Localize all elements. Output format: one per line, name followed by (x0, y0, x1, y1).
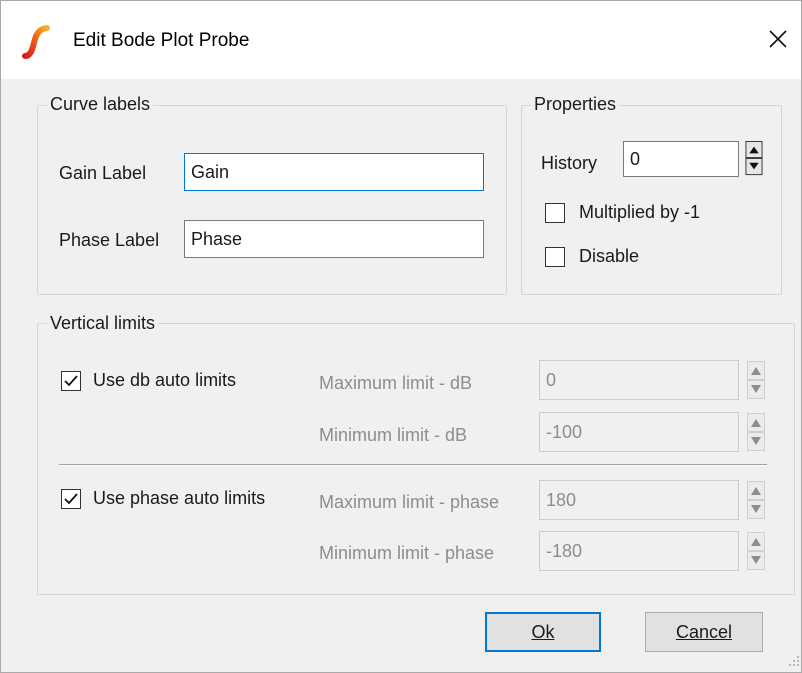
max-db-spinner[interactable] (747, 361, 765, 399)
curve-labels-title: Curve labels (47, 94, 154, 115)
gain-label: Gain Label (59, 163, 147, 183)
separator (59, 464, 767, 466)
vertical-limits-title: Vertical limits (47, 313, 159, 334)
title-bar: Edit Bode Plot Probe (1, 1, 801, 79)
resize-grip-icon[interactable] (786, 653, 800, 667)
db-auto-checkbox[interactable] (61, 371, 81, 391)
history-spinner[interactable] (745, 141, 763, 177)
min-phase-input[interactable]: -180 (539, 531, 739, 571)
phase-label-input[interactable]: Phase (184, 220, 484, 258)
max-phase-label: Maximum limit - phase (319, 492, 500, 512)
max-db-input[interactable]: 0 (539, 360, 739, 400)
multiplied-checkbox[interactable] (545, 203, 565, 223)
ltspice-app-icon (22, 25, 50, 59)
history-label: History (541, 153, 598, 173)
gain-label-input[interactable]: Gain (184, 153, 484, 191)
history-input[interactable]: 0 (623, 141, 739, 177)
cancel-button[interactable]: Cancel (645, 612, 763, 652)
phase-label: Phase Label (59, 230, 160, 250)
properties-title: Properties (531, 94, 620, 115)
min-db-input[interactable]: -100 (539, 412, 739, 452)
min-db-spinner[interactable] (747, 413, 765, 451)
dialog-window: Edit Bode Plot Probe Curve labels Gain L… (0, 0, 802, 673)
check-icon (64, 493, 78, 505)
ok-button[interactable]: Ok (485, 612, 601, 652)
curve-labels-group (37, 105, 507, 295)
db-auto-label: Use db auto limits (93, 370, 237, 390)
close-button[interactable] (761, 21, 795, 57)
window-title: Edit Bode Plot Probe (73, 30, 250, 51)
min-phase-label: Minimum limit - phase (319, 543, 495, 563)
phase-auto-label: Use phase auto limits (93, 488, 266, 508)
phase-auto-checkbox[interactable] (61, 489, 81, 509)
multiplied-label: Multiplied by -1 (579, 202, 701, 222)
min-db-label: Minimum limit - dB (319, 425, 468, 445)
disable-checkbox[interactable] (545, 247, 565, 267)
check-icon (64, 375, 78, 387)
max-phase-spinner[interactable] (747, 481, 765, 519)
disable-label: Disable (579, 246, 640, 266)
max-phase-input[interactable]: 180 (539, 480, 739, 520)
min-phase-spinner[interactable] (747, 532, 765, 570)
close-icon (769, 30, 787, 48)
max-db-label: Maximum limit - dB (319, 373, 473, 393)
